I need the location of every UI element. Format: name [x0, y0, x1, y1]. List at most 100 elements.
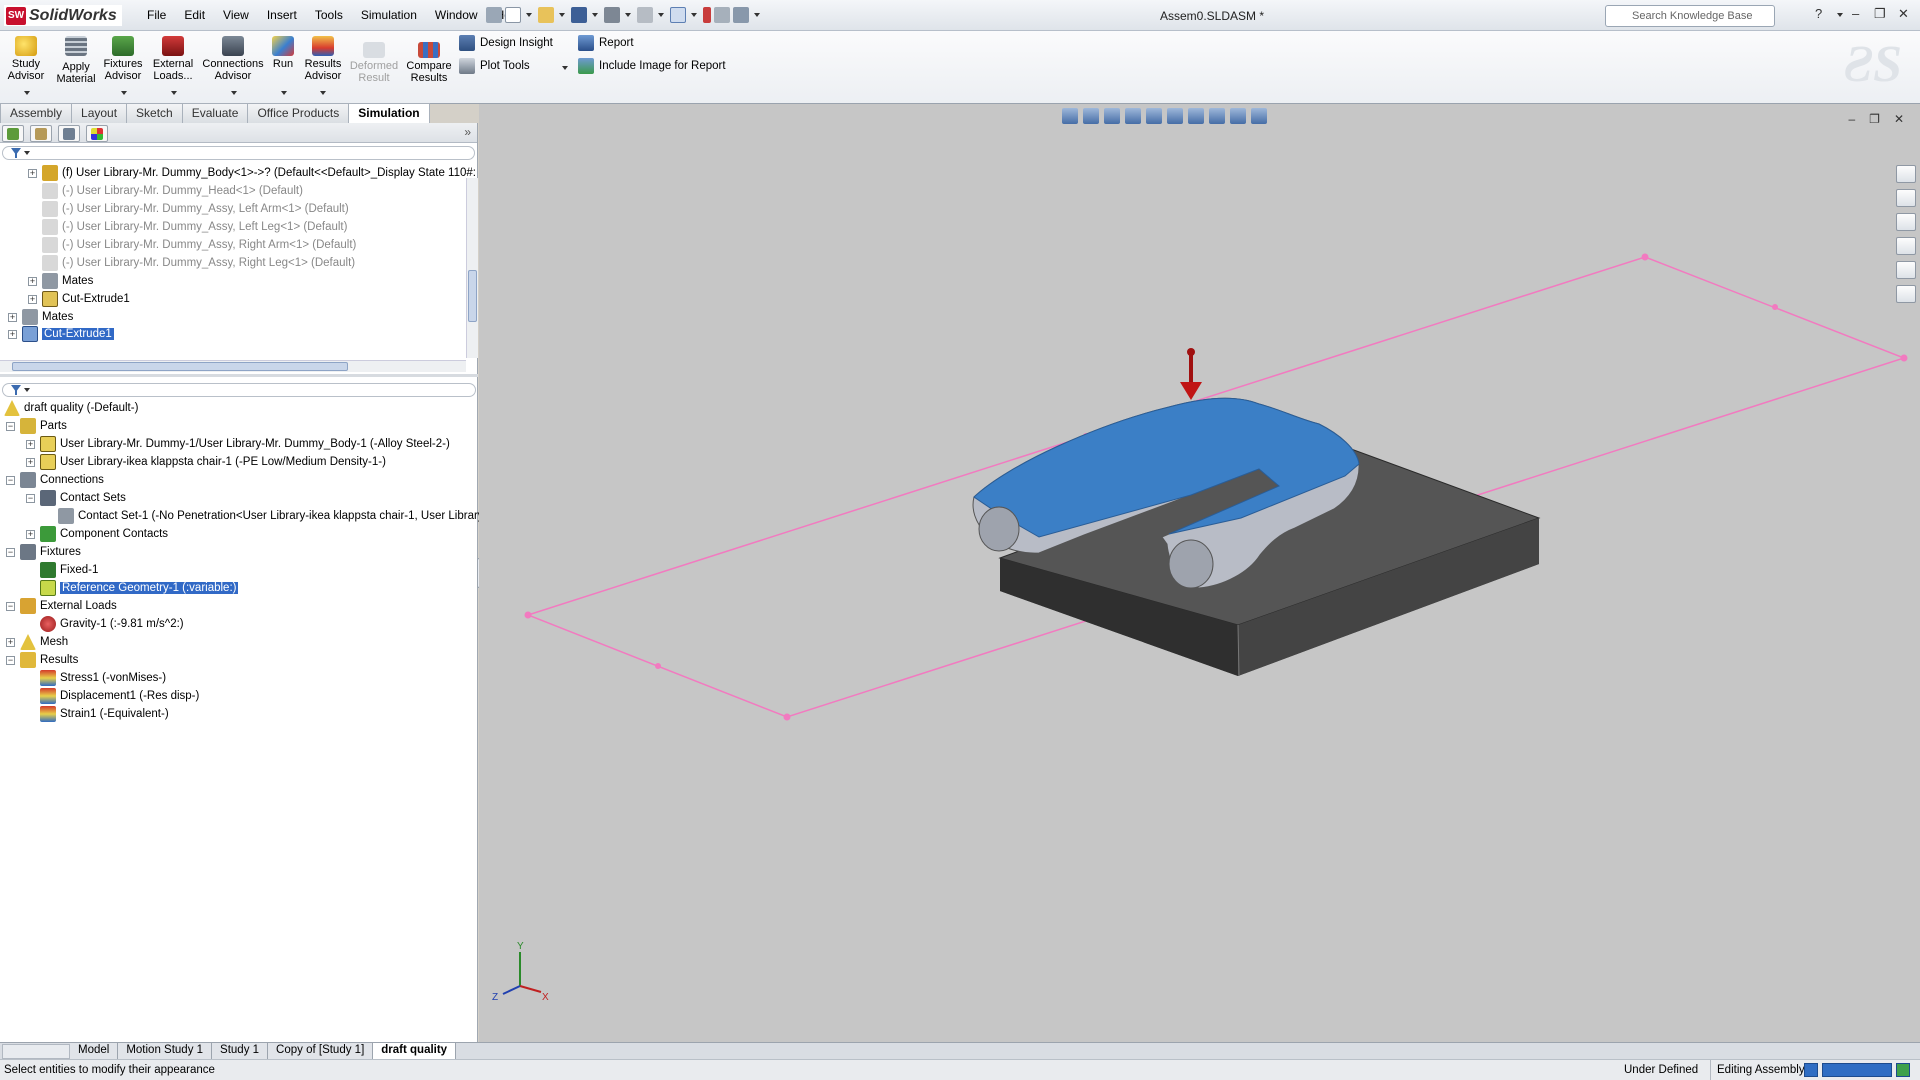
expand-icon[interactable]: + — [8, 329, 17, 339]
contact-set-1[interactable]: Contact Set-1 (-No Penetration<User Libr… — [58, 507, 501, 525]
run-dropdown-icon[interactable] — [281, 91, 287, 95]
feature-manager-tab[interactable] — [2, 125, 24, 142]
search-input[interactable]: Search Knowledge Base — [1605, 5, 1775, 27]
rebuild-status-icon[interactable] — [1804, 1063, 1818, 1077]
graphics-area[interactable]: Y X Z — [479, 104, 1920, 1043]
plot-tools-button[interactable]: Plot Tools — [459, 58, 530, 74]
run-button[interactable]: Run — [270, 36, 296, 70]
part-chair[interactable]: + User Library-ikea klappsta chair-1 (-PE… — [26, 453, 386, 471]
include-image-button[interactable]: Include Image for Report — [578, 58, 726, 74]
scroll-thumb[interactable] — [12, 362, 348, 371]
menu-file[interactable]: File — [138, 8, 175, 22]
menu-insert[interactable]: Insert — [258, 8, 306, 22]
external-loads-folder[interactable]: − External Loads — [6, 597, 117, 615]
options-dropdown-icon[interactable] — [754, 13, 760, 17]
viewport-restore-icon[interactable]: ❐ — [1869, 112, 1880, 126]
connections-advisor-button[interactable]: Connections Advisor — [202, 36, 264, 82]
expand-icon[interactable]: + — [28, 294, 37, 304]
expand-icon[interactable]: + — [26, 439, 35, 449]
tree-item-cut-extrude[interactable]: + Cut-Extrude1 — [8, 325, 115, 343]
tree-item-mates-sub[interactable]: + Mates — [28, 272, 93, 290]
menu-edit[interactable]: Edit — [175, 8, 214, 22]
tree-item-dummy-body[interactable]: + (f) User Library-Mr. Dummy_Body<1>->? (… — [28, 164, 476, 182]
section-view-icon[interactable] — [1125, 108, 1141, 124]
undo-dropdown-icon[interactable] — [658, 13, 664, 17]
select-dropdown-icon[interactable] — [691, 13, 697, 17]
options-icon[interactable] — [733, 7, 749, 23]
menu-view[interactable]: View — [214, 8, 258, 22]
tab-navigation-arrows[interactable] — [2, 1043, 70, 1059]
fixtures-dropdown-icon[interactable] — [121, 91, 127, 95]
tab-copy-of-study-1[interactable]: Copy of [Study 1] — [268, 1043, 374, 1059]
expand-icon[interactable]: + — [26, 457, 35, 467]
appearances-tab-icon[interactable] — [1896, 261, 1916, 279]
display-style-icon[interactable] — [1167, 108, 1183, 124]
results-folder[interactable]: − Results — [6, 651, 78, 669]
tab-motion-study-1[interactable]: Motion Study 1 — [118, 1043, 213, 1059]
fixtures-folder[interactable]: − Fixtures — [6, 543, 81, 561]
connections-folder[interactable]: − Connections — [6, 471, 104, 489]
model-view[interactable]: Y X Z — [479, 104, 1920, 1043]
tree-horizontal-scrollbar[interactable] — [0, 360, 466, 372]
tree-item-left-leg[interactable]: (-) User Library-Mr. Dummy_Assy, Left Le… — [42, 218, 347, 236]
component-contacts-folder[interactable]: + Component Contacts — [26, 525, 168, 543]
connections-dropdown-icon[interactable] — [231, 91, 237, 95]
display-manager-tab[interactable] — [86, 125, 108, 142]
tab-study-1[interactable]: Study 1 — [212, 1043, 269, 1059]
tree-item-right-leg[interactable]: (-) User Library-Mr. Dummy_Assy, Right L… — [42, 254, 355, 272]
new-document-icon[interactable] — [505, 7, 521, 23]
expand-icon[interactable]: + — [6, 637, 15, 647]
scroll-thumb[interactable] — [468, 270, 477, 322]
results-dropdown-icon[interactable] — [320, 91, 326, 95]
tree-filter-study[interactable] — [2, 383, 476, 397]
rebuild-icon[interactable] — [703, 7, 711, 23]
study-root[interactable]: draft quality (-Default-) — [4, 399, 138, 417]
menu-simulation[interactable]: Simulation — [352, 8, 426, 22]
tab-simulation[interactable]: Simulation — [348, 103, 430, 123]
help-status-icon[interactable] — [1896, 1063, 1910, 1077]
open-dropdown-icon[interactable] — [559, 13, 565, 17]
study-advisor-dropdown-icon[interactable] — [24, 91, 30, 95]
print-dropdown-icon[interactable] — [625, 13, 631, 17]
plot-tools-dropdown-icon[interactable] — [562, 66, 568, 70]
file-properties-icon[interactable] — [714, 7, 730, 23]
tree-vertical-scrollbar[interactable] — [466, 178, 478, 358]
apply-material-button[interactable]: Apply Material — [54, 36, 98, 85]
tree-item-right-arm[interactable]: (-) User Library-Mr. Dummy_Assy, Right A… — [42, 236, 356, 254]
tab-layout[interactable]: Layout — [71, 103, 128, 123]
expand-icon[interactable]: + — [28, 168, 37, 178]
loads-dropdown-icon[interactable] — [171, 91, 177, 95]
design-library-tab-icon[interactable] — [1896, 189, 1916, 207]
viewport-close-icon[interactable]: ✕ — [1894, 112, 1904, 126]
expand-icon[interactable]: + — [26, 529, 35, 539]
expand-icon[interactable]: + — [8, 312, 17, 322]
tab-model[interactable]: Model — [70, 1043, 119, 1059]
tab-assembly[interactable]: Assembly — [0, 103, 73, 123]
part-dummy[interactable]: + User Library-Mr. Dummy-1/User Library-M… — [26, 435, 450, 453]
tab-office-products[interactable]: Office Products — [247, 103, 350, 123]
report-button[interactable]: Report — [578, 35, 634, 51]
result-displacement1[interactable]: Displacement1 (-Res disp-) — [40, 687, 199, 705]
undo-icon[interactable] — [637, 7, 653, 23]
viewport-minimize-icon[interactable]: – — [1848, 112, 1855, 126]
view-orientation-icon[interactable] — [1146, 108, 1162, 124]
compare-results-button[interactable]: Compare Results — [404, 42, 454, 84]
gravity-arrow[interactable] — [1180, 348, 1202, 400]
custom-properties-tab-icon[interactable] — [1896, 285, 1916, 303]
tree-item-dummy-head[interactable]: (-) User Library-Mr. Dummy_Head<1> (Defa… — [42, 182, 303, 200]
help-icon[interactable]: ? — [1815, 6, 1822, 21]
zoom-to-fit-icon[interactable] — [1062, 108, 1078, 124]
expand-icon[interactable]: + — [28, 276, 37, 286]
save-icon[interactable] — [571, 7, 587, 23]
tree-item-cut-extrude-sub[interactable]: + Cut-Extrude1 — [28, 290, 130, 308]
edit-appearance-icon[interactable] — [1209, 108, 1225, 124]
load-gravity-1[interactable]: Gravity-1 (:-9.81 m/s^2:) — [40, 615, 184, 633]
file-explorer-tab-icon[interactable] — [1896, 213, 1916, 231]
deformed-result-button[interactable]: Deformed Result — [347, 42, 401, 84]
hide-show-items-icon[interactable] — [1188, 108, 1204, 124]
minimize-icon[interactable]: – — [1852, 6, 1859, 21]
collapse-icon[interactable]: − — [6, 475, 15, 485]
parts-folder[interactable]: − Parts — [6, 417, 67, 435]
results-advisor-button[interactable]: Results Advisor — [302, 36, 344, 82]
fixture-fixed-1[interactable]: Fixed-1 — [40, 561, 98, 579]
